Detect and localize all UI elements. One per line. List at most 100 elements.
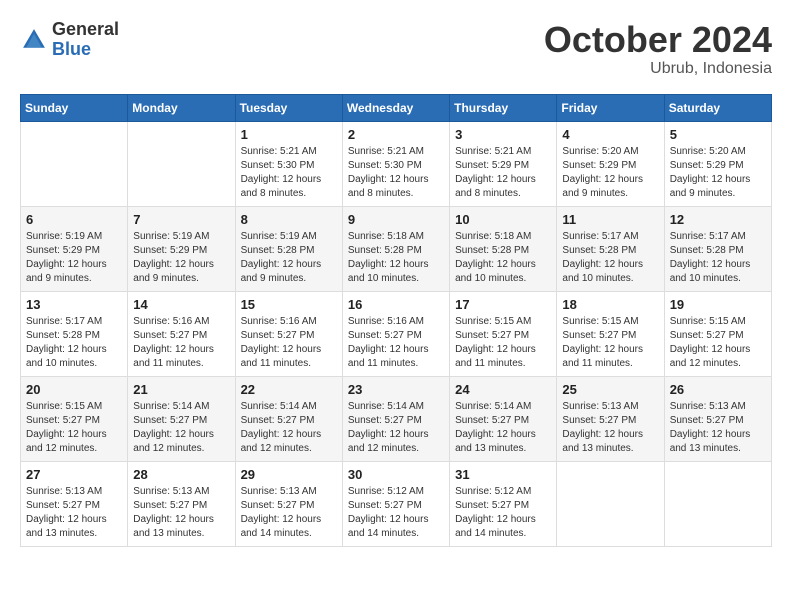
month-title: October 2024 bbox=[544, 20, 772, 60]
calendar-cell: 19 Sunrise: 5:15 AMSunset: 5:27 PMDayligh… bbox=[664, 291, 771, 376]
weekday-header-thursday: Thursday bbox=[450, 94, 557, 121]
day-number: 14 bbox=[133, 297, 229, 312]
day-number: 29 bbox=[241, 467, 337, 482]
day-info: Sunrise: 5:15 AMSunset: 5:27 PMDaylight:… bbox=[562, 315, 658, 371]
calendar-table: SundayMondayTuesdayWednesdayThursdayFrid… bbox=[20, 94, 772, 547]
day-info: Sunrise: 5:16 AMSunset: 5:27 PMDaylight:… bbox=[241, 315, 337, 371]
calendar-cell: 8 Sunrise: 5:19 AMSunset: 5:28 PMDaylight… bbox=[235, 206, 342, 291]
day-info: Sunrise: 5:17 AMSunset: 5:28 PMDaylight:… bbox=[670, 230, 766, 286]
calendar-week-5: 27 Sunrise: 5:13 AMSunset: 5:27 PMDayligh… bbox=[21, 461, 772, 546]
calendar-cell: 20 Sunrise: 5:15 AMSunset: 5:27 PMDayligh… bbox=[21, 376, 128, 461]
day-info: Sunrise: 5:18 AMSunset: 5:28 PMDaylight:… bbox=[455, 230, 551, 286]
day-info: Sunrise: 5:14 AMSunset: 5:27 PMDaylight:… bbox=[348, 400, 444, 456]
weekday-header-saturday: Saturday bbox=[664, 94, 771, 121]
day-info: Sunrise: 5:14 AMSunset: 5:27 PMDaylight:… bbox=[133, 400, 229, 456]
day-info: Sunrise: 5:14 AMSunset: 5:27 PMDaylight:… bbox=[241, 400, 337, 456]
calendar-cell: 14 Sunrise: 5:16 AMSunset: 5:27 PMDayligh… bbox=[128, 291, 235, 376]
calendar-cell bbox=[557, 461, 664, 546]
day-info: Sunrise: 5:21 AMSunset: 5:29 PMDaylight:… bbox=[455, 145, 551, 201]
calendar-cell bbox=[664, 461, 771, 546]
title-block: October 2024 Ubrub, Indonesia bbox=[544, 20, 772, 78]
calendar-cell: 30 Sunrise: 5:12 AMSunset: 5:27 PMDayligh… bbox=[342, 461, 449, 546]
day-info: Sunrise: 5:17 AMSunset: 5:28 PMDaylight:… bbox=[562, 230, 658, 286]
weekday-header-wednesday: Wednesday bbox=[342, 94, 449, 121]
day-info: Sunrise: 5:19 AMSunset: 5:28 PMDaylight:… bbox=[241, 230, 337, 286]
calendar-cell: 4Sunrise: 5:20 AMSunset: 5:29 PMDaylight… bbox=[557, 121, 664, 206]
day-info: Sunrise: 5:16 AMSunset: 5:27 PMDaylight:… bbox=[133, 315, 229, 371]
day-number: 21 bbox=[133, 382, 229, 397]
calendar-cell: 16Sunrise: 5:16 AMSunset: 5:27 PMDayligh… bbox=[342, 291, 449, 376]
calendar-cell: 24 Sunrise: 5:14 AMSunset: 5:27 PMDayligh… bbox=[450, 376, 557, 461]
day-info: Sunrise: 5:21 AMSunset: 5:30 PMDaylight:… bbox=[241, 145, 337, 201]
day-info: Sunrise: 5:12 AMSunset: 5:27 PMDaylight:… bbox=[455, 485, 551, 541]
day-info: Sunrise: 5:13 AMSunset: 5:27 PMDaylight:… bbox=[133, 485, 229, 541]
calendar-cell bbox=[21, 121, 128, 206]
day-number: 8 bbox=[241, 212, 337, 227]
calendar-cell: 15 Sunrise: 5:16 AMSunset: 5:27 PMDayligh… bbox=[235, 291, 342, 376]
calendar-cell: 26 Sunrise: 5:13 AMSunset: 5:27 PMDayligh… bbox=[664, 376, 771, 461]
calendar-cell: 11Sunrise: 5:17 AMSunset: 5:28 PMDayligh… bbox=[557, 206, 664, 291]
location-text: Ubrub, Indonesia bbox=[544, 60, 772, 78]
day-number: 31 bbox=[455, 467, 551, 482]
calendar-week-1: 1Sunrise: 5:21 AMSunset: 5:30 PMDaylight… bbox=[21, 121, 772, 206]
day-number: 25 bbox=[562, 382, 658, 397]
day-number: 2 bbox=[348, 127, 444, 142]
day-info: Sunrise: 5:15 AMSunset: 5:27 PMDaylight:… bbox=[26, 400, 122, 456]
day-number: 9 bbox=[348, 212, 444, 227]
day-number: 6 bbox=[26, 212, 122, 227]
page-header: General Blue October 2024 Ubrub, Indones… bbox=[20, 20, 772, 78]
day-number: 24 bbox=[455, 382, 551, 397]
weekday-header-monday: Monday bbox=[128, 94, 235, 121]
calendar-cell: 22 Sunrise: 5:14 AMSunset: 5:27 PMDayligh… bbox=[235, 376, 342, 461]
day-number: 23 bbox=[348, 382, 444, 397]
day-info: Sunrise: 5:13 AMSunset: 5:27 PMDaylight:… bbox=[26, 485, 122, 541]
calendar-body: 1Sunrise: 5:21 AMSunset: 5:30 PMDaylight… bbox=[21, 121, 772, 546]
day-number: 7 bbox=[133, 212, 229, 227]
calendar-cell: 6 Sunrise: 5:19 AMSunset: 5:29 PMDaylight… bbox=[21, 206, 128, 291]
day-info: Sunrise: 5:21 AMSunset: 5:30 PMDaylight:… bbox=[348, 145, 444, 201]
day-number: 12 bbox=[670, 212, 766, 227]
calendar-header: SundayMondayTuesdayWednesdayThursdayFrid… bbox=[21, 94, 772, 121]
calendar-cell: 29Sunrise: 5:13 AMSunset: 5:27 PMDayligh… bbox=[235, 461, 342, 546]
calendar-cell: 31 Sunrise: 5:12 AMSunset: 5:27 PMDayligh… bbox=[450, 461, 557, 546]
day-number: 3 bbox=[455, 127, 551, 142]
day-number: 30 bbox=[348, 467, 444, 482]
weekday-header-tuesday: Tuesday bbox=[235, 94, 342, 121]
calendar-cell: 28 Sunrise: 5:13 AMSunset: 5:27 PMDayligh… bbox=[128, 461, 235, 546]
calendar-cell: 25Sunrise: 5:13 AMSunset: 5:27 PMDayligh… bbox=[557, 376, 664, 461]
day-info: Sunrise: 5:15 AMSunset: 5:27 PMDaylight:… bbox=[670, 315, 766, 371]
day-number: 22 bbox=[241, 382, 337, 397]
day-number: 18 bbox=[562, 297, 658, 312]
day-number: 27 bbox=[26, 467, 122, 482]
calendar-cell: 5 Sunrise: 5:20 AMSunset: 5:29 PMDaylight… bbox=[664, 121, 771, 206]
calendar-week-3: 13Sunrise: 5:17 AMSunset: 5:28 PMDayligh… bbox=[21, 291, 772, 376]
day-number: 16 bbox=[348, 297, 444, 312]
calendar-cell: 23 Sunrise: 5:14 AMSunset: 5:27 PMDayligh… bbox=[342, 376, 449, 461]
day-number: 10 bbox=[455, 212, 551, 227]
day-info: Sunrise: 5:19 AMSunset: 5:29 PMDaylight:… bbox=[26, 230, 122, 286]
day-number: 15 bbox=[241, 297, 337, 312]
calendar-cell: 9 Sunrise: 5:18 AMSunset: 5:28 PMDaylight… bbox=[342, 206, 449, 291]
day-info: Sunrise: 5:13 AMSunset: 5:27 PMDaylight:… bbox=[670, 400, 766, 456]
day-number: 19 bbox=[670, 297, 766, 312]
calendar-cell: 17Sunrise: 5:15 AMSunset: 5:27 PMDayligh… bbox=[450, 291, 557, 376]
day-info: Sunrise: 5:18 AMSunset: 5:28 PMDaylight:… bbox=[348, 230, 444, 286]
day-info: Sunrise: 5:20 AMSunset: 5:29 PMDaylight:… bbox=[670, 145, 766, 201]
day-number: 5 bbox=[670, 127, 766, 142]
day-number: 20 bbox=[26, 382, 122, 397]
day-info: Sunrise: 5:12 AMSunset: 5:27 PMDaylight:… bbox=[348, 485, 444, 541]
calendar-cell: 1Sunrise: 5:21 AMSunset: 5:30 PMDaylight… bbox=[235, 121, 342, 206]
day-number: 26 bbox=[670, 382, 766, 397]
calendar-cell: 18 Sunrise: 5:15 AMSunset: 5:27 PMDayligh… bbox=[557, 291, 664, 376]
day-info: Sunrise: 5:14 AMSunset: 5:27 PMDaylight:… bbox=[455, 400, 551, 456]
weekday-header-friday: Friday bbox=[557, 94, 664, 121]
day-number: 28 bbox=[133, 467, 229, 482]
calendar-cell: 7Sunrise: 5:19 AMSunset: 5:29 PMDaylight… bbox=[128, 206, 235, 291]
calendar-cell: 2 Sunrise: 5:21 AMSunset: 5:30 PMDaylight… bbox=[342, 121, 449, 206]
day-number: 4 bbox=[562, 127, 658, 142]
calendar-week-4: 20 Sunrise: 5:15 AMSunset: 5:27 PMDayligh… bbox=[21, 376, 772, 461]
logo-general-text: General bbox=[52, 19, 119, 39]
logo-icon bbox=[20, 26, 48, 54]
day-number: 13 bbox=[26, 297, 122, 312]
day-info: Sunrise: 5:15 AMSunset: 5:27 PMDaylight:… bbox=[455, 315, 551, 371]
